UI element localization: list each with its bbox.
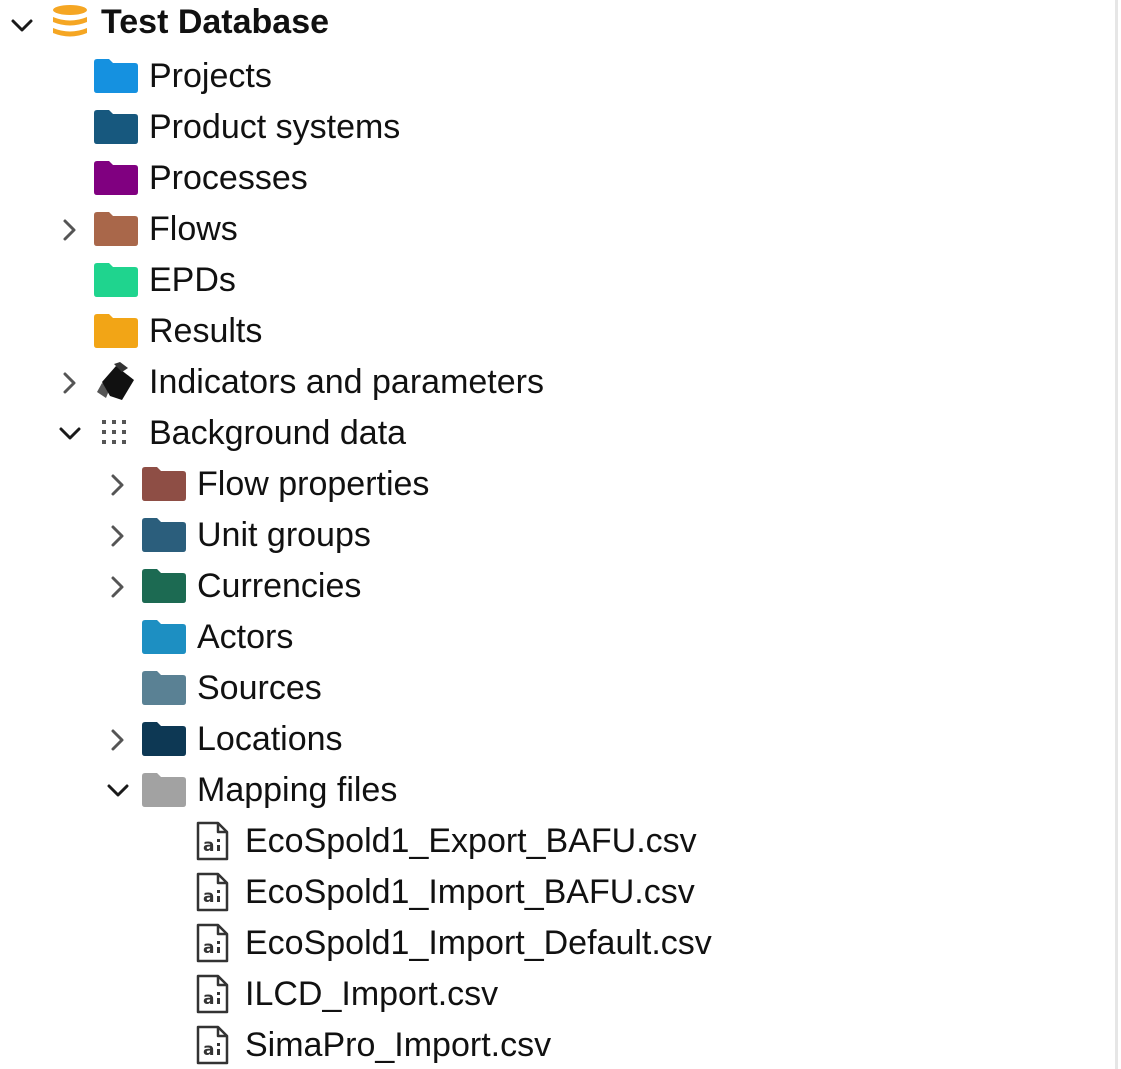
tree-item-label: EcoSpold1_Import_Default.csv: [245, 924, 712, 962]
tree-item-file[interactable]: a EcoSpold1_Export_BAFU.csv: [0, 816, 1112, 867]
chevron-right-icon[interactable]: [106, 473, 130, 497]
chevron-right-icon[interactable]: [106, 728, 130, 752]
tree-item-projects[interactable]: Projects: [0, 51, 1112, 102]
tree-item-label: Indicators and parameters: [149, 363, 544, 401]
chevron-right-icon[interactable]: [106, 524, 130, 548]
tree-item-label: Test Database: [101, 3, 330, 41]
tree-item-file[interactable]: a SimaPro_Import.csv: [0, 1020, 1112, 1069]
folder-icon: [94, 212, 138, 246]
chevron-right-icon[interactable]: [58, 371, 82, 395]
folder-icon: [94, 59, 138, 93]
database-icon: [50, 4, 90, 42]
navigation-tree: Test Database Projects Product systems P…: [0, 0, 1118, 1069]
tree-item-flow-properties[interactable]: Flow properties: [0, 459, 1112, 510]
tree-item-label: ILCD_Import.csv: [245, 975, 499, 1013]
chevron-right-icon[interactable]: [58, 218, 82, 242]
tree-item-label: EcoSpold1_Import_BAFU.csv: [245, 873, 695, 911]
tree-item-label: Currencies: [197, 567, 362, 605]
tree-item-file[interactable]: a ILCD_Import.csv: [0, 969, 1112, 1020]
svg-text:a: a: [203, 1040, 214, 1060]
tree-item-label: EPDs: [149, 261, 236, 299]
file-icon: a: [196, 872, 230, 912]
folder-icon: [142, 773, 186, 807]
tree-item-results[interactable]: Results: [0, 306, 1112, 357]
file-icon: a: [196, 821, 230, 861]
file-icon: a: [196, 974, 230, 1014]
tree-item-label: Flows: [149, 210, 238, 248]
folder-icon: [94, 161, 138, 195]
tree-item-label: Background data: [149, 414, 407, 452]
tree-item-epds[interactable]: EPDs: [0, 255, 1112, 306]
svg-text:a: a: [203, 989, 214, 1009]
chevron-right-icon[interactable]: [106, 575, 130, 599]
grid-dots-icon: [100, 418, 134, 448]
tree-item-label: Results: [149, 312, 263, 350]
folder-icon: [94, 263, 138, 297]
svg-text:a: a: [203, 887, 214, 907]
file-icon: a: [196, 1025, 230, 1065]
folder-icon: [142, 569, 186, 603]
folder-icon: [142, 620, 186, 654]
folder-icon: [142, 467, 186, 501]
tree-item-file[interactable]: a EcoSpold1_Import_Default.csv: [0, 918, 1112, 969]
tree-item-locations[interactable]: Locations: [0, 714, 1112, 765]
tree-item-test-database[interactable]: Test Database: [0, 0, 1112, 51]
indicators-icon: [94, 362, 138, 402]
tree-item-flows[interactable]: Flows: [0, 204, 1112, 255]
chevron-down-icon[interactable]: [10, 14, 34, 38]
tree-item-label: EcoSpold1_Export_BAFU.csv: [245, 822, 697, 860]
svg-text:a: a: [203, 938, 214, 958]
folder-icon: [142, 722, 186, 756]
file-icon: a: [196, 923, 230, 963]
tree-item-actors[interactable]: Actors: [0, 612, 1112, 663]
folder-icon: [94, 314, 138, 348]
tree-item-label: Projects: [149, 57, 272, 95]
svg-text:a: a: [203, 836, 214, 856]
tree-item-mapping-files[interactable]: Mapping files: [0, 765, 1112, 816]
tree-item-file[interactable]: a EcoSpold1_Import_BAFU.csv: [0, 867, 1112, 918]
tree-item-indicators-and-parameters[interactable]: Indicators and parameters: [0, 357, 1112, 408]
tree-item-label: Sources: [197, 669, 322, 707]
chevron-down-icon[interactable]: [58, 422, 82, 446]
scrollbar-edge: [1115, 0, 1118, 1069]
tree-item-label: Locations: [197, 720, 343, 758]
tree-item-label: Processes: [149, 159, 308, 197]
tree-item-background-data[interactable]: Background data: [0, 408, 1112, 459]
tree-item-label: SimaPro_Import.csv: [245, 1026, 552, 1064]
folder-icon: [142, 518, 186, 552]
folder-icon: [142, 671, 186, 705]
tree-item-label: Actors: [197, 618, 294, 656]
chevron-down-icon[interactable]: [106, 779, 130, 803]
tree-item-label: Flow properties: [197, 465, 430, 503]
tree-item-unit-groups[interactable]: Unit groups: [0, 510, 1112, 561]
tree-item-label: Unit groups: [197, 516, 371, 554]
tree-item-sources[interactable]: Sources: [0, 663, 1112, 714]
tree-item-processes[interactable]: Processes: [0, 153, 1112, 204]
tree-item-currencies[interactable]: Currencies: [0, 561, 1112, 612]
folder-icon: [94, 110, 138, 144]
tree-item-label: Product systems: [149, 108, 401, 146]
tree-item-label: Mapping files: [197, 771, 398, 809]
tree-item-product-systems[interactable]: Product systems: [0, 102, 1112, 153]
